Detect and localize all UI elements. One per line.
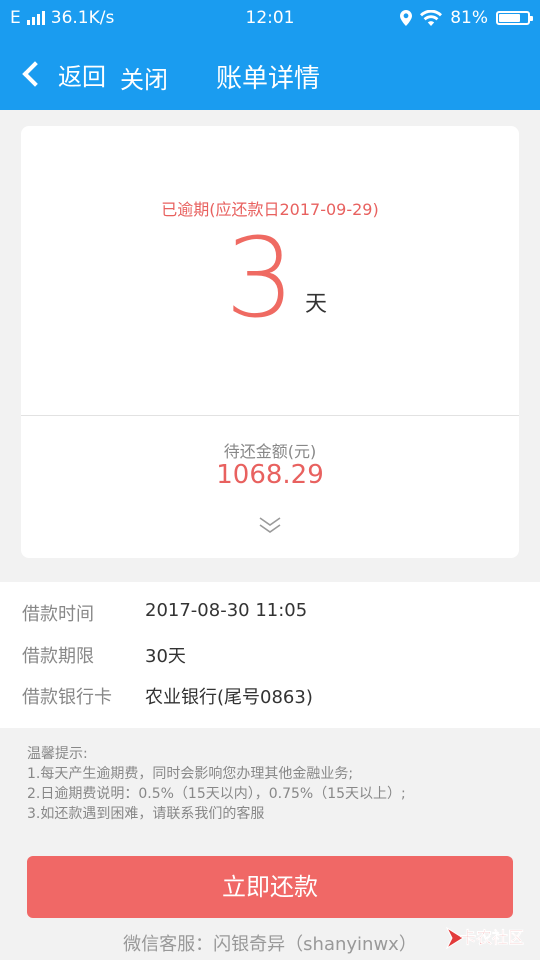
watermark-text: 卡农社区 — [460, 928, 525, 948]
loan-term-label: 借款期限 — [22, 646, 94, 667]
wifi-icon — [420, 10, 443, 26]
status-bar: E 36.1K/s 12:01 81% — [0, 0, 540, 36]
tips-line: 1.每天产生逾期费，同时会影响您办理其他金融业务; — [27, 766, 354, 782]
battery-fill — [499, 14, 520, 22]
loan-time-value: 2017-08-30 11:05 — [145, 600, 308, 621]
overdue-days: 3 — [225, 214, 295, 342]
loan-info-section: 借款时间 2017-08-30 11:05 借款期限 30天 借款银行卡 农业银… — [0, 582, 540, 728]
due-amount: 1068.29 — [216, 460, 324, 490]
tips-title: 温馨提示: — [27, 746, 88, 762]
loan-card-label: 借款银行卡 — [22, 687, 112, 708]
nav-bar: 返回 关闭 账单详情 — [0, 36, 540, 110]
loan-card-value: 农业银行(尾号0863) — [145, 687, 313, 708]
double-chevron-down-icon[interactable] — [258, 514, 282, 536]
due-amount-label: 待还金额(元) — [223, 442, 317, 461]
status-right: 81% — [400, 8, 533, 28]
tips-line: 3.如还款遇到困难，请联系我们的客服 — [27, 806, 265, 822]
location-icon — [400, 10, 413, 26]
back-button[interactable]: 返回 — [18, 54, 106, 94]
chevron-left-icon — [22, 61, 48, 87]
back-label: 返回 — [58, 62, 106, 91]
battery-icon — [496, 11, 533, 25]
battery-percent: 81% — [450, 8, 488, 28]
tips-section: 温馨提示: 1.每天产生逾期费，同时会影响您办理其他金融业务; 2.日逾期费说明… — [27, 744, 406, 824]
watermark-logo: 卡农社区 — [444, 920, 540, 960]
close-button[interactable]: 关闭 — [120, 60, 168, 95]
bill-card: 已逾期(应还款日2017-09-29) 3 天 待还金额(元) 1068.29 — [21, 126, 519, 558]
card-divider — [21, 415, 519, 416]
pay-now-button[interactable]: 立即还款 — [27, 856, 513, 918]
loan-term-value: 30天 — [145, 646, 186, 667]
page-title: 账单详情 — [216, 64, 321, 94]
tips-line: 2.日逾期费说明：0.5%（15天以内），0.75%（15天以上）; — [27, 786, 406, 802]
overdue-days-unit: 天 — [305, 292, 328, 317]
loan-time-label: 借款时间 — [22, 604, 94, 625]
